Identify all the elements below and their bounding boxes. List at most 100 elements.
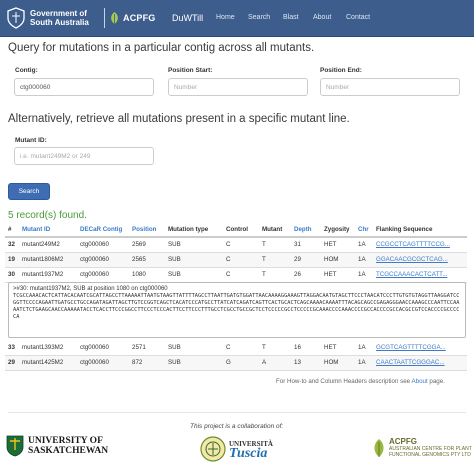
cell-mutant: T	[259, 237, 291, 253]
brand-duwtill[interactable]: DuWTill	[172, 13, 203, 23]
cell-control: C	[223, 252, 259, 268]
help-text: For How-to and Column Headers descriptio…	[276, 378, 445, 385]
cell-mutant: T	[259, 252, 291, 268]
cell-position: 2571	[129, 340, 165, 356]
cell-mutation-type: SUB	[165, 252, 223, 268]
col-header-mutant-id[interactable]: Mutant ID	[19, 223, 77, 238]
search-button[interactable]: Search	[8, 183, 50, 200]
cell-row-number: 33	[5, 340, 19, 356]
usask-crest-icon	[6, 435, 24, 457]
position-end-input[interactable]	[320, 78, 460, 96]
cell-contig: ctg000060	[77, 355, 129, 371]
cell-chr: 1A	[355, 237, 373, 253]
results-table-continued: 33 mutant1393M2 ctg000060 2571 SUB C T 16 HET 1A G…	[5, 340, 467, 371]
cell-mutant-id: mutant1937M2	[19, 267, 77, 283]
cell-zygosity: HET	[321, 340, 355, 356]
position-end-label: Position End:	[320, 67, 362, 74]
nav-about[interactable]: About	[313, 14, 331, 21]
table-row[interactable]: 32 mutant249M2 ctg000060 2569 SUB C T 31 HET 1A CC…	[5, 237, 467, 253]
cell-chr: 1A	[355, 252, 373, 268]
cell-depth: 13	[291, 355, 321, 371]
table-row[interactable]: 30 mutant1937M2 ctg000060 1080 SUB C T 26 HET 1A T…	[5, 267, 467, 283]
acpfg-footer-leaf-icon	[374, 438, 384, 457]
cell-mutant-id: mutant1806M2	[19, 252, 77, 268]
cell-zygosity: HOM	[321, 355, 355, 371]
gov-sa-logo[interactable]: Government of South Australia	[6, 5, 102, 31]
cell-mutation-type: SUB	[165, 237, 223, 253]
col-header-control: Control	[223, 223, 259, 238]
mutant-id-input[interactable]	[14, 147, 154, 165]
cell-contig: ctg000060	[77, 237, 129, 253]
help-suffix: page.	[427, 378, 445, 385]
cell-depth: 16	[291, 340, 321, 356]
acpfg-footer-line2: FUNCTIONAL GENOMICS PTY LTD	[389, 452, 471, 458]
acpfg-label: ACPFG	[123, 13, 156, 23]
cell-mutant-id: mutant249M2	[19, 237, 77, 253]
table-row[interactable]: 29 mutant1425M2 ctg000060 872 SUB G A 13 HOM 1A CA…	[5, 355, 467, 371]
help-prefix: For How-to and Column Headers descriptio…	[276, 378, 412, 385]
col-header-mutant: Mutant	[259, 223, 291, 238]
col-header-chr[interactable]: Chr	[355, 223, 373, 238]
cell-row-number: 32	[5, 237, 19, 253]
tuscia-line2: Tuscia	[229, 446, 268, 461]
cell-contig: ctg000060	[77, 340, 129, 356]
table-row[interactable]: 19 mutant1806M2 ctg000060 2565 SUB C T 29 HOM 1A G…	[5, 252, 467, 268]
cell-contig: ctg000060	[77, 252, 129, 268]
cell-chr: 1A	[355, 340, 373, 356]
sequence-detail-box[interactable]: >#30: mutant1937M2, SUB at position 1080…	[8, 282, 466, 338]
col-header-number[interactable]: #	[5, 223, 19, 238]
cell-zygosity: HET	[321, 267, 355, 283]
col-header-depth[interactable]: Depth	[291, 223, 321, 238]
cell-contig: ctg000060	[77, 267, 129, 283]
cell-flanking-sequence[interactable]: GCGTCAGTTTTCGGA...	[373, 340, 467, 356]
gov-line1: Government of	[30, 9, 87, 18]
cell-zygosity: HOM	[321, 252, 355, 268]
cell-position: 872	[129, 355, 165, 371]
search-button-label: Search	[18, 188, 40, 195]
col-header-contig[interactable]: DECaR Contig	[77, 223, 129, 238]
position-start-label: Position Start:	[168, 67, 213, 74]
col-header-position[interactable]: Position	[129, 223, 165, 238]
cell-position: 1080	[129, 267, 165, 283]
cell-mutation-type: SUB	[165, 267, 223, 283]
cell-depth: 26	[291, 267, 321, 283]
table-header-row: # Mutant ID DECaR Contig Position Mutati…	[5, 223, 467, 238]
cell-mutant-id: mutant1425M2	[19, 355, 77, 371]
nav-blast[interactable]: Blast	[283, 14, 299, 21]
top-navbar: Government of South Australia ACPFG DuWT…	[0, 0, 474, 37]
contig-input[interactable]	[14, 78, 154, 96]
cell-position: 2569	[129, 237, 165, 253]
cell-chr: 1A	[355, 267, 373, 283]
cell-flanking-sequence[interactable]: CAACTAATTCGGGAC...	[373, 355, 467, 371]
cell-depth: 31	[291, 237, 321, 253]
cell-flanking-sequence[interactable]: CCGCCTCAGTTTTCCG...	[373, 237, 467, 253]
tuscia-logo[interactable]: UNIVERSITÀ Tuscia	[200, 435, 273, 463]
sequence-text: TCGCCAAACACTCATTACACAATCGCATTAGCCTTAAAAA…	[13, 293, 460, 320]
cell-control: C	[223, 237, 259, 253]
nav-search[interactable]: Search	[248, 14, 270, 21]
position-start-input[interactable]	[168, 78, 308, 96]
cell-chr: 1A	[355, 355, 373, 371]
cell-row-number: 30	[5, 267, 19, 283]
results-table: # Mutant ID DECaR Contig Position Mutati…	[5, 223, 467, 283]
usask-line1: UNIVERSITY OF	[28, 436, 103, 446]
usask-logo[interactable]: UNIVERSITY OF SASKATCHEWAN	[6, 435, 108, 457]
cell-mutant: A	[259, 355, 291, 371]
cell-mutant-id: mutant1393M2	[19, 340, 77, 356]
about-link[interactable]: About	[412, 378, 428, 385]
usask-line2: SASKATCHEWAN	[28, 446, 109, 456]
gov-line2: South Australia	[30, 18, 89, 27]
nav-contact[interactable]: Contact	[346, 14, 370, 21]
cell-control: G	[223, 355, 259, 371]
cell-flanking-sequence[interactable]: TCGCCAAACACTCATT...	[373, 267, 467, 283]
cell-mutant: T	[259, 267, 291, 283]
acpfg-footer-name: ACPFG	[389, 437, 417, 446]
nav-home[interactable]: Home	[216, 14, 235, 21]
table-row[interactable]: 33 mutant1393M2 ctg000060 2571 SUB C T 16 HET 1A G…	[5, 340, 467, 356]
cell-flanking-sequence[interactable]: GGACAACGCGCTCAG...	[373, 252, 467, 268]
collaboration-text: This project is a collaboration of:	[190, 423, 284, 430]
acpfg-footer-logo[interactable]: ACPFG AUSTRALIAN CENTRE FOR PLANT FUNCTI…	[372, 437, 472, 458]
acpfg-logo[interactable]: ACPFG	[104, 8, 158, 28]
records-found: 5 record(s) found.	[8, 210, 87, 221]
cell-row-number: 19	[5, 252, 19, 268]
